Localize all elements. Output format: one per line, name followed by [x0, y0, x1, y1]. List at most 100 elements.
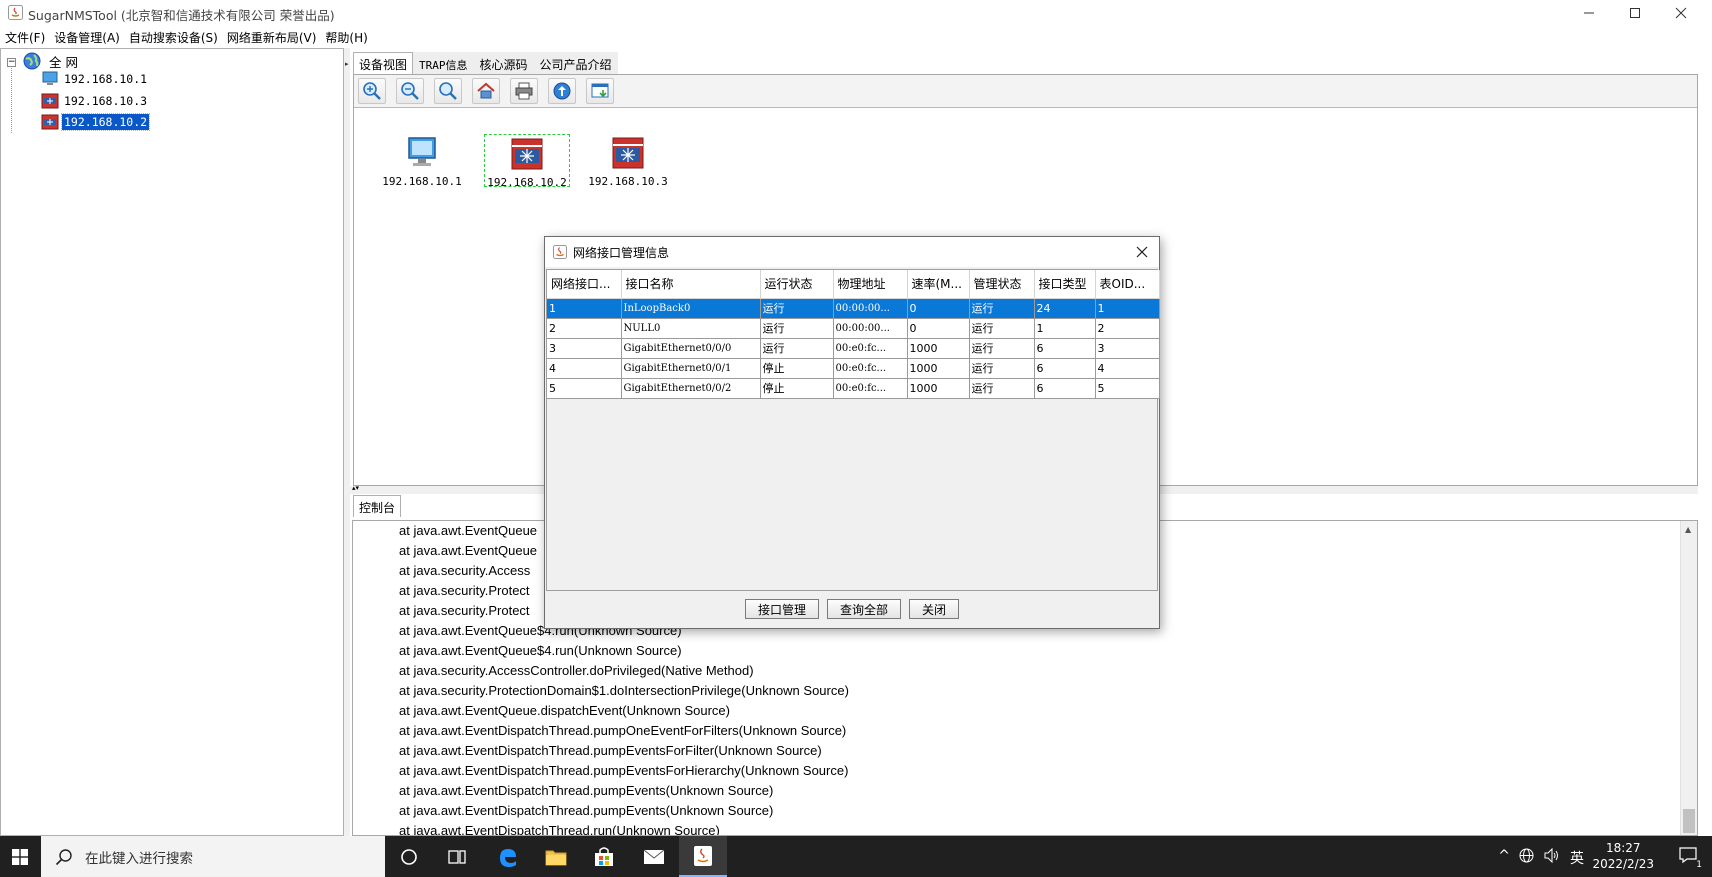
table-cell: 1 [1095, 298, 1160, 319]
task-view-button[interactable] [433, 836, 481, 877]
interface-manage-button[interactable]: 接口管理 [744, 599, 819, 619]
device-label: 192.168.10.3 [588, 175, 668, 188]
dialog-close-button[interactable] [1131, 241, 1153, 263]
tab-company-products[interactable]: 公司产品介绍 [533, 52, 618, 74]
close-window-button[interactable] [1658, 0, 1704, 26]
scrollbar-thumb[interactable] [1683, 809, 1695, 833]
column-header[interactable]: 物理地址 [833, 270, 908, 299]
console-line: at java.awt.EventDispatchThread.pumpOneE… [399, 723, 847, 738]
start-button[interactable] [0, 836, 40, 877]
interface-table[interactable]: 网络接口... 接口名称 运行状态 物理地址 速率(M... 管理状态 接口类型… [546, 269, 1160, 591]
store-bag-icon [595, 846, 613, 866]
export-button[interactable] [586, 78, 614, 104]
edge-browser-button[interactable] [484, 836, 532, 877]
table-cell: 6 [1034, 358, 1096, 379]
ime-indicator[interactable]: 英 [1570, 848, 1584, 868]
tab-core-source[interactable]: 核心源码 [473, 52, 534, 74]
table-cell: 1000 [907, 358, 970, 379]
main-tabs: 设备视图 TRAP信息 核心源码 公司产品介绍 [353, 52, 618, 74]
mail-button[interactable] [630, 836, 678, 877]
notification-center-button[interactable]: 1 [1678, 846, 1702, 870]
print-button[interactable] [510, 78, 538, 104]
table-cell: 运行 [969, 338, 1035, 359]
java-app-taskbar-button[interactable] [679, 836, 727, 877]
tree-item-192-168-10-1[interactable]: 192.168.10.1 [41, 69, 149, 89]
console-line: at java.security.Protect [399, 603, 530, 618]
table-row[interactable]: 2 NULL0 运行 00:00:00... 0 运行 1 2 [547, 318, 1160, 339]
zoom-out-icon [401, 82, 419, 100]
java-app-icon [8, 5, 23, 20]
console-scrollbar[interactable]: ▲ [1680, 521, 1697, 835]
table-row[interactable]: 5 GigabitEthernet0/0/2 停止 00:e0:fc... 10… [547, 378, 1160, 399]
column-header[interactable]: 接口名称 [621, 270, 761, 299]
menu-help[interactable]: 帮助(H) [320, 26, 371, 48]
tab-console[interactable]: 控制台 [353, 495, 402, 517]
table-cell: 24 [1034, 298, 1096, 319]
home-button[interactable] [472, 78, 500, 104]
device-node-192-168-10-1[interactable]: 192.168.10.1 [379, 136, 465, 188]
volume-icon[interactable] [1544, 848, 1560, 863]
device-node-192-168-10-2[interactable]: 192.168.10.2 [484, 134, 570, 189]
table-row[interactable]: 1 InLoopBack0 运行 00:00:00... 0 运行 24 1 [547, 298, 1160, 319]
table-cell: 运行 [760, 298, 834, 319]
refresh-icon [553, 82, 571, 100]
table-row[interactable]: 3 GigabitEthernet0/0/0 运行 00:e0:fc... 10… [547, 338, 1160, 359]
query-all-button[interactable]: 查询全部 [826, 599, 901, 619]
table-cell: 2 [547, 318, 622, 339]
dialog-close-text-button[interactable]: 关闭 [909, 599, 960, 619]
interface-info-dialog: 网络接口管理信息 网络接口... 接口名称 运行状态 物理地址 速率(M... … [544, 236, 1160, 629]
menu-device-management[interactable]: 设备管理(A) [49, 26, 124, 48]
menu-bar: 文件(F) 设备管理(A) 自动搜索设备(S) 网络重新布局(V) 帮助(H) [0, 26, 1712, 48]
minimize-icon [1584, 12, 1594, 14]
column-header[interactable]: 速率(M... [907, 270, 970, 299]
splitter-arrow-icon[interactable]: ▸ [345, 60, 349, 68]
device-tree[interactable]: − 全 网 192.168.10.1 192.168.10.3 192.168.… [0, 48, 344, 836]
print-icon [515, 82, 533, 100]
tab-trap-info[interactable]: TRAP信息 [413, 52, 474, 74]
tree-root[interactable]: 全 网 [23, 51, 80, 71]
zoom-out-button[interactable] [396, 78, 424, 104]
file-explorer-button[interactable] [532, 836, 580, 877]
cortana-circle-icon [401, 848, 417, 865]
menu-file[interactable]: 文件(F) [0, 26, 49, 48]
column-header[interactable]: 管理状态 [969, 270, 1035, 299]
system-tray: ^ 英 18:27 2022/2/23 1 [1312, 836, 1712, 877]
column-header[interactable]: 表OID... [1095, 270, 1160, 299]
column-header[interactable]: 网络接口... [547, 270, 622, 299]
tree-item-192-168-10-3[interactable]: 192.168.10.3 [41, 91, 149, 111]
network-globe-icon[interactable] [1519, 848, 1534, 863]
table-row[interactable]: 4 GigabitEthernet0/0/1 停止 00:e0:fc... 10… [547, 358, 1160, 379]
refresh-button[interactable] [548, 78, 576, 104]
table-cell: 运行 [760, 338, 834, 359]
dialog-title-bar[interactable]: 网络接口管理信息 [545, 237, 1159, 267]
menu-auto-search[interactable]: 自动搜索设备(S) [124, 26, 222, 48]
export-icon [591, 83, 609, 98]
splitter-arrows-icon[interactable]: ▴▾ [352, 484, 359, 492]
console-line: at java.awt.EventQueue.dispatchEvent(Unk… [399, 703, 730, 718]
taskbar-clock[interactable]: 18:27 2022/2/23 [1592, 840, 1654, 872]
device-node-192-168-10-3[interactable]: 192.168.10.3 [585, 136, 671, 188]
minimize-button[interactable] [1566, 0, 1612, 26]
taskbar-search-box[interactable]: 在此键入进行搜索 [41, 836, 385, 877]
zoom-in-button[interactable] [358, 78, 386, 104]
column-header[interactable]: 运行状态 [760, 270, 834, 299]
vertical-splitter[interactable]: ▸ [344, 48, 350, 836]
table-cell: 3 [547, 338, 622, 359]
console-line: at java.awt.EventDispatchThread.pumpEven… [399, 743, 822, 758]
maximize-button[interactable] [1612, 0, 1658, 26]
task-view-icon [448, 849, 466, 864]
tree-item-192-168-10-2[interactable]: 192.168.10.2 [41, 112, 151, 132]
collapse-icon[interactable]: − [7, 58, 16, 67]
table-cell: 1 [547, 298, 622, 319]
cortana-button[interactable] [385, 836, 433, 877]
column-header[interactable]: 接口类型 [1034, 270, 1096, 299]
table-cell: GigabitEthernet0/0/0 [621, 338, 761, 359]
tab-device-view[interactable]: 设备视图 [353, 52, 414, 74]
tree-line [11, 68, 12, 133]
table-cell: 0 [907, 298, 970, 319]
menu-relayout[interactable]: 网络重新布局(V) [222, 26, 321, 48]
tray-chevron-up-icon[interactable]: ^ [1498, 848, 1510, 864]
store-button[interactable] [580, 836, 628, 877]
scroll-up-icon[interactable]: ▲ [1685, 525, 1691, 534]
zoom-fit-button[interactable] [434, 78, 462, 104]
